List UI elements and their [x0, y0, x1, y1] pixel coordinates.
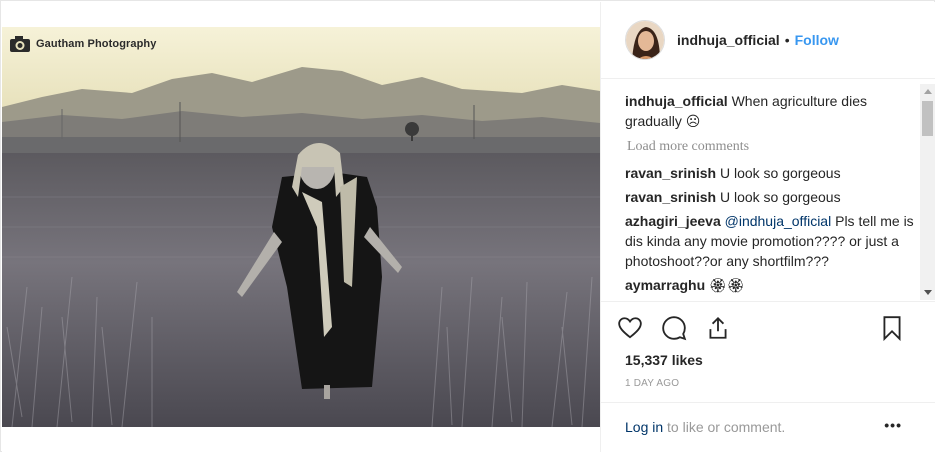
post-photo-area: Gautham Photography	[2, 2, 600, 452]
comment-text: U look so gorgeous	[719, 189, 841, 205]
photographer-watermark: Gautham Photography	[9, 34, 156, 54]
comment-item: ravan_srinish U look so gorgeous	[625, 163, 915, 183]
comment-item: ravan_srinish U look so gorgeous	[625, 187, 915, 207]
comment-icon[interactable]	[661, 315, 689, 343]
login-prompt-text: to like or comment.	[667, 419, 786, 435]
watermark-text: Gautham Photography	[36, 38, 157, 50]
likes-count[interactable]: 15,337 likes	[625, 352, 703, 368]
comment-text: U look so gorgeous	[719, 165, 841, 181]
bookmark-icon[interactable]	[879, 315, 907, 343]
caption-emoji: ☹	[685, 113, 701, 129]
comment-username[interactable]: azhagiri_jeeva	[625, 213, 721, 229]
post-actions	[617, 315, 917, 345]
comment-username[interactable]: ravan_srinish	[625, 165, 716, 181]
caption-username[interactable]: indhuja_official	[625, 93, 728, 109]
login-prompt-bar: Log in to like or comment. •••	[601, 402, 935, 452]
avatar[interactable]	[625, 20, 665, 60]
separator-dot: •	[784, 32, 790, 48]
comment-item: aymarraghu 🏵🏵	[625, 275, 915, 295]
post-frame: Gautham Photography indhuja_official • F…	[0, 0, 935, 452]
header-username[interactable]: indhuja_official	[677, 32, 780, 48]
scrollbar-thumb[interactable]	[922, 101, 933, 136]
login-link[interactable]: Log in	[625, 419, 663, 435]
share-icon[interactable]	[705, 315, 733, 343]
comment-text: 🏵🏵	[709, 277, 745, 293]
comment-item: azhagiri_jeeva @indhuja_official Pls tel…	[625, 211, 915, 271]
comments-list[interactable]: indhuja_official When agriculture dies g…	[601, 80, 935, 302]
camera-icon	[10, 36, 30, 52]
caption: indhuja_official When agriculture dies g…	[625, 91, 915, 131]
scroll-up-arrow-icon[interactable]	[920, 84, 935, 99]
comments-scrollbar[interactable]	[920, 84, 935, 300]
post-timestamp[interactable]: 1 DAY AGO	[625, 378, 679, 389]
comment-username[interactable]: ravan_srinish	[625, 189, 716, 205]
heart-icon[interactable]	[617, 315, 645, 343]
comment-mention[interactable]: @indhuja_official	[725, 213, 832, 229]
post-header: indhuja_official • Follow	[601, 2, 935, 79]
scroll-down-arrow-icon[interactable]	[920, 285, 935, 300]
post-side-panel: indhuja_official • Follow indhuja_offici…	[600, 2, 935, 452]
load-more-comments-button[interactable]: Load more comments	[627, 137, 915, 157]
comment-username[interactable]: aymarraghu	[625, 277, 705, 293]
post-photo[interactable]	[2, 27, 600, 427]
more-options-icon[interactable]: •••	[884, 417, 902, 433]
login-prompt: Log in to like or comment.	[625, 419, 785, 435]
follow-button[interactable]: Follow	[795, 32, 839, 48]
